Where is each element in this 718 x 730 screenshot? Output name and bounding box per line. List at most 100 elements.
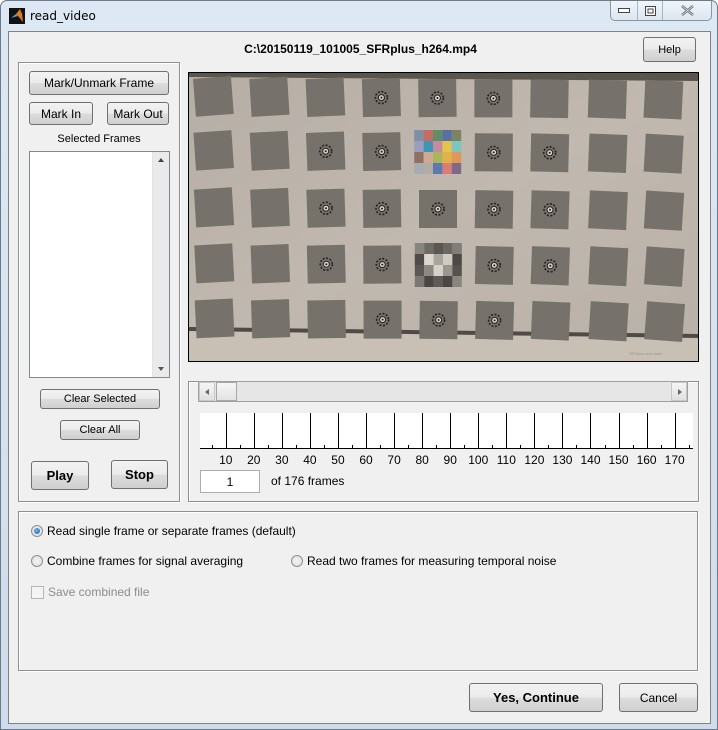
gray-patch [424, 254, 434, 265]
timeline-tick-label: 70 [387, 453, 401, 467]
selected-frames-label: Selected Frames [57, 133, 141, 145]
gray-patch [424, 265, 434, 276]
slider-right-button[interactable] [671, 382, 687, 401]
slanted-edge-square [194, 298, 235, 339]
radio-single-frame[interactable]: Read single frame or separate frames (de… [31, 524, 296, 538]
window-title: read_video [30, 9, 96, 23]
radio-button[interactable] [291, 555, 303, 567]
slanted-edge-square [643, 79, 684, 120]
timeline-tick-label: 120 [524, 453, 545, 467]
gray-patch [452, 276, 462, 287]
radio-two-frames[interactable]: Read two frames for measuring temporal n… [291, 554, 556, 568]
window-controls [610, 1, 712, 21]
slanted-edge-square [250, 244, 291, 284]
color-patch [414, 141, 424, 152]
slider-thumb[interactable] [216, 382, 237, 401]
timeline-tick-label: 100 [468, 453, 489, 467]
file-path-title: C:\20150119_101005_SFRplus_h264.mp4 [244, 42, 477, 56]
color-patch [451, 152, 462, 163]
gray-patch [424, 243, 434, 254]
timeline-tick-label: 50 [331, 453, 345, 467]
color-patch [451, 130, 462, 141]
color-patch [451, 141, 462, 152]
slanted-edge-square [643, 190, 685, 231]
video-frame-display: SFRplus test chart [188, 72, 699, 362]
color-patch [442, 163, 452, 174]
frame-timeline[interactable] [200, 413, 693, 449]
slanted-edge-square [192, 75, 234, 117]
frame-slider[interactable] [198, 381, 688, 402]
timeline-tick-label: 30 [275, 453, 289, 467]
save-combined-checkbox[interactable]: Save combined file [31, 585, 149, 599]
slanted-edge-square [587, 133, 628, 173]
slanted-edge-square [250, 187, 290, 228]
play-button[interactable]: Play [31, 461, 89, 490]
gray-patch [443, 243, 453, 254]
radio-button-checked[interactable] [31, 525, 43, 537]
yes-continue-button[interactable]: Yes, Continue [469, 683, 603, 712]
gray-patch [433, 276, 443, 287]
color-patch [423, 163, 433, 174]
save-combined-label: Save combined file [48, 585, 150, 599]
radio-combine-frames[interactable]: Combine frames for signal averaging [31, 554, 243, 568]
gray-patch [452, 254, 462, 265]
color-patch [414, 130, 424, 141]
timeline-tick-label: 40 [303, 453, 317, 467]
clear-all-button[interactable]: Clear All [60, 420, 140, 440]
mark-in-button[interactable]: Mark In [29, 102, 93, 125]
dialog-body: C:\20150119_101005_SFRplus_h264.mp4 Help… [8, 31, 711, 724]
radio-two-label: Read two frames for measuring temporal n… [307, 554, 557, 568]
gray-patch [433, 265, 443, 276]
scroll-up-icon[interactable] [158, 158, 164, 162]
arrow-left-icon [205, 389, 209, 395]
gray-patch [424, 276, 434, 287]
slanted-edge-square [643, 133, 684, 174]
clear-selected-button[interactable]: Clear Selected [40, 389, 160, 409]
radio-single-label: Read single frame or separate frames (de… [47, 524, 296, 538]
maximize-button[interactable] [638, 1, 663, 20]
slanted-edge-square [249, 130, 290, 171]
checkbox[interactable] [31, 585, 44, 599]
stop-button[interactable]: Stop [111, 460, 168, 489]
listbox-scrollbar[interactable] [152, 152, 169, 377]
frame-number-input[interactable] [200, 470, 260, 493]
timeline-tick-label: 80 [415, 453, 429, 467]
color-patch [414, 163, 424, 174]
color-patch [433, 141, 443, 152]
close-button[interactable] [663, 1, 711, 20]
radio-button[interactable] [31, 555, 43, 567]
timeline-tick-label: 170 [664, 453, 685, 467]
window: read_video C:\20150119_101005_SFRplus_h2… [0, 0, 718, 730]
total-frames-label: of 176 frames [271, 474, 345, 488]
title-bar: read_video [1, 1, 717, 31]
mark-out-button[interactable]: Mark Out [107, 102, 169, 125]
gray-patch [414, 265, 425, 276]
slanted-edge-square [305, 77, 346, 118]
color-patch [433, 152, 443, 163]
cancel-button[interactable]: Cancel [619, 683, 698, 712]
gray-patch [414, 254, 425, 265]
slider-left-button[interactable] [199, 382, 215, 401]
slanted-edge-square [588, 301, 629, 342]
maximize-icon [644, 5, 656, 16]
slanted-edge-square [193, 130, 234, 171]
gray-patch [452, 265, 462, 276]
timeline-tick-label: 60 [359, 453, 373, 467]
color-patch [451, 163, 462, 174]
timeline-tick-label: 160 [636, 453, 657, 467]
color-patch [442, 152, 452, 163]
help-button[interactable]: Help [643, 37, 696, 62]
selected-frames-listbox[interactable] [29, 151, 170, 378]
color-patch [442, 130, 452, 141]
slanted-edge-square [530, 79, 569, 119]
slanted-edge-square [307, 299, 346, 339]
slanted-edge-square [193, 187, 235, 228]
minimize-button[interactable] [611, 1, 638, 20]
close-icon [680, 5, 694, 16]
scroll-down-icon[interactable] [158, 367, 164, 371]
mark-unmark-frame-button[interactable]: Mark/Unmark Frame [29, 71, 169, 95]
video-frame-image: SFRplus test chart [189, 73, 698, 361]
slanted-edge-square [588, 246, 629, 287]
color-checker-patch [414, 130, 462, 174]
slanted-edge-square [588, 190, 628, 231]
